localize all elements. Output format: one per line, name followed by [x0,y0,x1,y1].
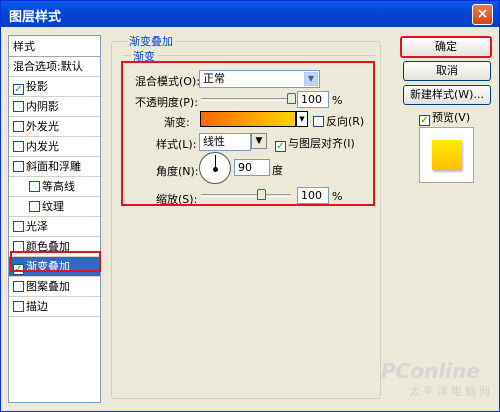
style-list: 样式 混合选项:默认 ✓ 投影 内阴影 外发光 内发光 斜面和浮雕 等高线 纹理 … [8,35,101,403]
style-list-header: 样式 [9,36,100,57]
section-divider [123,55,375,56]
style-item-pattern-overlay[interactable]: 图案叠加 [9,277,100,297]
selection-highlight-box [10,251,101,272]
watermark-logo: PConline 太平洋电脑网 [381,359,493,399]
texture-checkbox[interactable] [29,201,40,212]
style-item-label: 纹理 [42,200,64,213]
style-item-outer-glow[interactable]: 外发光 [9,117,100,137]
title-bar: 图层样式 × [1,1,499,27]
style-preview [419,127,474,183]
contour-checkbox[interactable] [29,181,40,192]
satin-checkbox[interactable] [13,221,24,232]
panel-title: 渐变叠加 [127,33,175,49]
style-item-label: 投影 [26,80,48,93]
style-item-inner-shadow[interactable]: 内阴影 [9,97,100,117]
style-item-label: 光泽 [26,220,48,233]
ok-button[interactable]: 确定 [400,36,492,58]
watermark-subtitle: 太平洋电脑网 [409,385,493,398]
style-item-label: 等高线 [42,180,75,193]
dialog-title: 图层样式 [9,10,62,25]
style-item-inner-glow[interactable]: 内发光 [9,137,100,157]
pattern-overlay-checkbox[interactable] [13,281,24,292]
style-item-label: 内阴影 [26,100,59,113]
inner-shadow-checkbox[interactable] [13,101,24,112]
outer-glow-checkbox[interactable] [13,121,24,132]
new-style-button[interactable]: 新建样式(W)... [403,85,491,105]
style-item-label: 描边 [26,300,48,313]
style-item-label: 外发光 [26,120,59,133]
style-item-label: 图案叠加 [26,280,70,293]
style-item-label: 斜面和浮雕 [26,160,81,173]
preview-label: 预览(V) [432,111,471,124]
style-item-blending[interactable]: 混合选项:默认 [9,57,100,77]
settings-highlight-box [121,61,375,206]
close-button[interactable]: × [472,4,493,25]
layer-style-dialog: 图层样式 × 样式 混合选项:默认 ✓ 投影 内阴影 外发光 内发光 斜面和浮雕 … [0,0,500,412]
preview-option[interactable]: ✓ 预览(V) [419,109,470,126]
watermark-brand: PConline [381,359,480,383]
cancel-button[interactable]: 取消 [403,61,491,81]
style-item-texture[interactable]: 纹理 [9,197,100,217]
style-item-label: 内发光 [26,140,59,153]
style-item-satin[interactable]: 光泽 [9,217,100,237]
preview-checkbox[interactable]: ✓ [419,115,430,126]
stroke-checkbox[interactable] [13,301,24,312]
inner-glow-checkbox[interactable] [13,141,24,152]
style-item-label: 混合选项:默认 [13,60,83,73]
style-item-bevel-emboss[interactable]: 斜面和浮雕 [9,157,100,177]
style-item-stroke[interactable]: 描边 [9,297,100,317]
style-item-contour[interactable]: 等高线 [9,177,100,197]
style-item-drop-shadow[interactable]: ✓ 投影 [9,77,100,97]
drop-shadow-checkbox[interactable]: ✓ [13,84,24,95]
bevel-emboss-checkbox[interactable] [13,161,24,172]
preview-swatch [432,140,462,170]
